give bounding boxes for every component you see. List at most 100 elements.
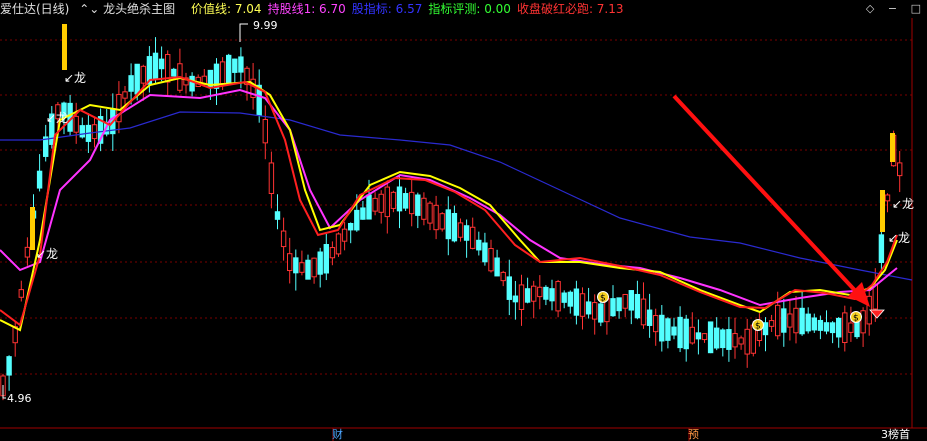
- candle-body: [775, 304, 781, 337]
- candle-body: [592, 302, 598, 320]
- candle-body: [238, 56, 244, 73]
- candle-body: [323, 244, 330, 274]
- candle-body: [415, 194, 421, 216]
- candle-body: [598, 303, 604, 323]
- long-signal-label: ↙龙: [46, 111, 68, 125]
- price-chart[interactable]: ↙龙 ↙龙 ↙龙 ↙龙 ↙龙 $ $ $9.99 4.96: [0, 0, 927, 441]
- candle-body: [683, 318, 689, 350]
- event-tag-0[interactable]: 财: [332, 429, 343, 441]
- candle-body: [829, 322, 836, 334]
- candle-body: [366, 194, 372, 220]
- signal-bar: [62, 24, 67, 70]
- candle-body: [311, 257, 317, 278]
- candle-body: [744, 328, 750, 355]
- candle-body: [470, 226, 476, 249]
- money-bag-glyph: $: [755, 322, 761, 332]
- candle-body: [378, 193, 384, 213]
- candle-body: [555, 281, 561, 312]
- long-signal-label: ↙龙: [892, 197, 914, 211]
- candle-body: [616, 297, 622, 312]
- candle-body: [409, 191, 415, 215]
- candle-body: [463, 225, 470, 241]
- candle-body: [79, 125, 85, 138]
- money-bag-glyph: $: [600, 294, 606, 304]
- candle-body: [567, 291, 573, 307]
- candle-body: [543, 286, 549, 300]
- high-price-label: 9.99: [253, 19, 278, 32]
- candle-body: [274, 211, 281, 220]
- candle-body: [518, 284, 525, 310]
- candle-body: [189, 75, 195, 92]
- candle-body: [335, 233, 342, 255]
- candle-body: [18, 289, 25, 298]
- candle-body: [171, 68, 177, 77]
- candle-body: [219, 61, 226, 85]
- candle-body: [421, 197, 427, 220]
- candle-body: [152, 52, 159, 80]
- low-price-label: 4.96: [7, 392, 32, 405]
- indicator-value-2: 股指标: 6.57: [351, 2, 423, 16]
- candle-body: [787, 313, 793, 328]
- candle-body: [622, 293, 628, 309]
- index-line: [0, 111, 913, 281]
- candle-body: [707, 321, 714, 354]
- candle-body: [677, 316, 683, 349]
- gem-icon: [869, 309, 885, 319]
- candle-body: [714, 327, 720, 349]
- candle-body: [610, 298, 616, 317]
- candle-body: [512, 295, 519, 303]
- candle-body: [537, 286, 543, 298]
- event-tag-1[interactable]: 预: [688, 429, 699, 441]
- candle-body: [842, 312, 848, 344]
- candle-body: [524, 288, 531, 303]
- indicator-title[interactable]: ⌃⌄ 龙头绝杀主图: [79, 2, 181, 16]
- maximize-icon[interactable]: □: [911, 2, 921, 15]
- candle-body: [488, 248, 494, 272]
- candle-body: [646, 309, 653, 326]
- candle-body: [122, 91, 128, 99]
- candle-body: [341, 228, 348, 242]
- candle-body: [793, 307, 799, 334]
- candle-body: [445, 209, 452, 240]
- candle-body: [860, 310, 866, 334]
- candle-body: [671, 326, 677, 336]
- event-tag-2[interactable]: 3榜首: [881, 429, 910, 441]
- candle-body: [720, 329, 726, 349]
- candle-body: [24, 246, 31, 258]
- candle-body: [659, 314, 665, 342]
- candle-body: [549, 288, 555, 302]
- candle-body: [738, 337, 744, 345]
- candle-body: [506, 276, 513, 300]
- candle-body: [293, 257, 299, 274]
- candle-body: [701, 333, 708, 341]
- candle-body: [354, 209, 360, 231]
- candle-body: [573, 288, 580, 316]
- candle-body: [299, 262, 305, 273]
- candle-body: [36, 170, 43, 189]
- candle-body: [482, 242, 488, 263]
- candle-body: [878, 234, 885, 263]
- candle-body: [628, 290, 634, 311]
- candle-body: [439, 213, 445, 230]
- arrow-shaft: [672, 94, 864, 300]
- candle-body: [280, 230, 287, 248]
- candle-body: [360, 207, 366, 220]
- signal-bar: [880, 190, 885, 232]
- candle-body: [817, 319, 824, 331]
- signal-bar: [30, 207, 35, 250]
- candle-body: [305, 259, 311, 280]
- minimize-icon[interactable]: −: [888, 2, 897, 15]
- candle-body: [390, 191, 397, 209]
- long-signal-label: ↙龙: [36, 247, 58, 261]
- stock-title: 爱仕达(日线): [0, 2, 70, 16]
- diamond-icon[interactable]: ◇: [866, 2, 874, 15]
- candle-body: [726, 329, 732, 350]
- indicator-value-4: 收盘破红必跑: 7.13: [516, 2, 624, 16]
- candle-body: [427, 202, 433, 224]
- candle-body: [268, 162, 275, 194]
- signal-bar: [890, 133, 895, 162]
- candle-body: [384, 186, 391, 218]
- candle-body: [372, 197, 378, 212]
- candle-body: [348, 222, 354, 231]
- candle-body: [433, 204, 439, 231]
